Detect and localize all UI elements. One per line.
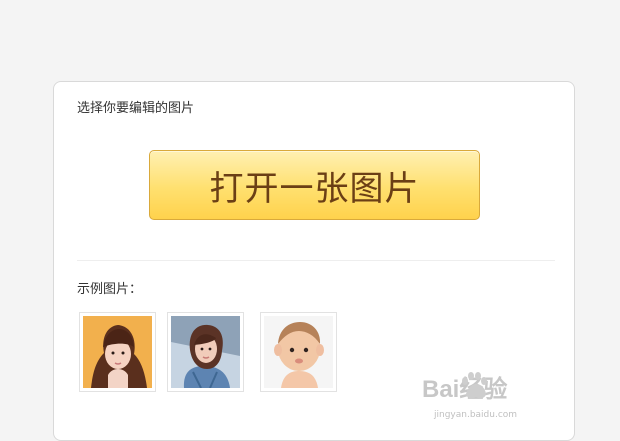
watermark-url: jingyan.baidu.com — [434, 410, 518, 420]
woman-denim-photo — [171, 316, 240, 388]
example-thumbnail-3[interactable] — [260, 312, 337, 392]
baidu-jingyan-watermark: Bai经验 jingyan.baidu.com — [422, 368, 542, 426]
baidu-paw-logo: Bai经验 — [422, 372, 507, 403]
panel-title: 选择你要编辑的图片 — [77, 101, 195, 116]
examples-label: 示例图片： — [77, 282, 143, 297]
baby-photo — [264, 316, 333, 388]
divider — [77, 260, 555, 261]
open-image-button[interactable]: 打开一张图片 — [149, 150, 480, 220]
example-thumbnail-1[interactable] — [79, 312, 156, 392]
image-picker-panel: 选择你要编辑的图片 打开一张图片 示例图片： Bai经验 jingyan.bai… — [53, 81, 575, 441]
woman-bangs-photo — [83, 316, 152, 388]
example-thumbnail-2[interactable] — [167, 312, 244, 392]
